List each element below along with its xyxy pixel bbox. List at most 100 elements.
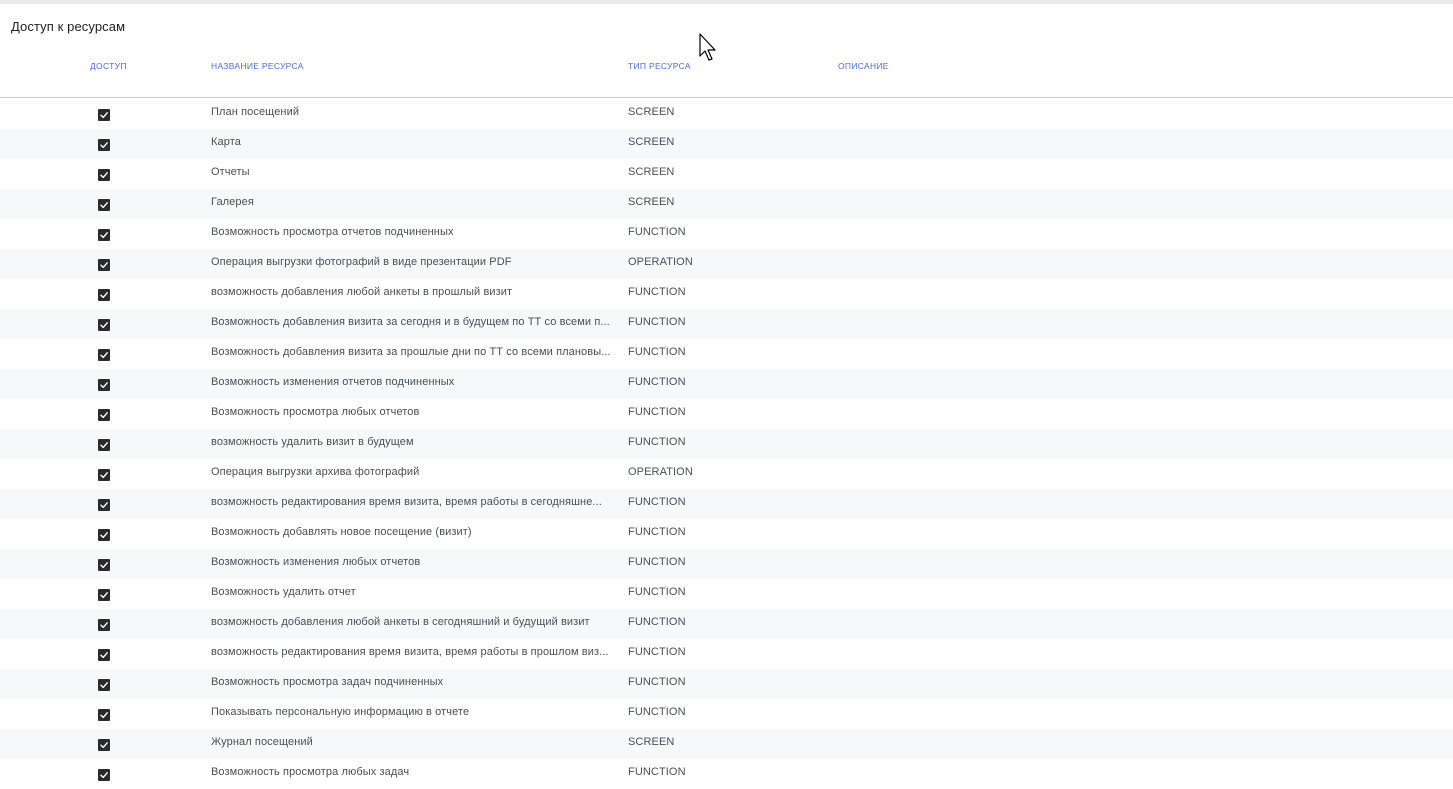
table-row[interactable]: Журнал посещений SCREEN bbox=[0, 729, 1453, 759]
table-row[interactable]: Возможность просмотра любых отчетов FUNCT… bbox=[0, 399, 1453, 429]
resource-name-cell: Операция выгрузки фотографий в виде през… bbox=[211, 256, 512, 268]
checkmark-icon bbox=[100, 472, 108, 479]
access-checkbox[interactable] bbox=[98, 589, 110, 601]
resource-type-cell: FUNCTION bbox=[628, 346, 686, 358]
table-row[interactable]: Галерея SCREEN bbox=[0, 189, 1453, 219]
table-row[interactable]: возможность добавления любой анкеты в се… bbox=[0, 609, 1453, 639]
resource-name-cell: Возможность просмотра любых отчетов bbox=[211, 406, 420, 418]
access-checkbox[interactable] bbox=[98, 319, 110, 331]
access-checkbox[interactable] bbox=[98, 139, 110, 151]
resource-type-cell: FUNCTION bbox=[628, 316, 686, 328]
resource-type-cell: FUNCTION bbox=[628, 646, 686, 658]
resource-name-cell: Возможность добавлять новое посещение (в… bbox=[211, 526, 472, 538]
access-checkbox[interactable] bbox=[98, 499, 110, 511]
table-row[interactable]: Возможность просмотра задач подчиненных F… bbox=[0, 669, 1453, 699]
mouse-pointer-icon bbox=[699, 33, 716, 61]
access-checkbox[interactable] bbox=[98, 109, 110, 121]
access-checkbox[interactable] bbox=[98, 169, 110, 181]
access-checkbox[interactable] bbox=[98, 379, 110, 391]
access-checkbox[interactable] bbox=[98, 409, 110, 421]
table-row[interactable]: возможность добавления любой анкеты в пр… bbox=[0, 279, 1453, 309]
table-row[interactable]: Возможность просмотра отчетов подчиненны… bbox=[0, 219, 1453, 249]
checkmark-icon bbox=[100, 502, 108, 509]
resource-type-cell: FUNCTION bbox=[628, 376, 686, 388]
checkmark-icon bbox=[100, 682, 108, 689]
resource-type-cell: OPERATION bbox=[628, 256, 693, 268]
resource-type-cell: FUNCTION bbox=[628, 526, 686, 538]
resource-name-cell: План посещений bbox=[211, 106, 300, 118]
column-header-description[interactable]: ОПИСАНИЕ bbox=[838, 61, 889, 71]
table-body: План посещений SCREEN Карта SCREEN Отчеты SCR… bbox=[0, 99, 1453, 789]
checkmark-icon bbox=[100, 142, 108, 149]
access-checkbox[interactable] bbox=[98, 439, 110, 451]
table-row[interactable]: Возможность добавлять новое посещение (в… bbox=[0, 519, 1453, 549]
table-row[interactable]: Показывать персональную информацию в отч… bbox=[0, 699, 1453, 729]
access-checkbox[interactable] bbox=[98, 529, 110, 541]
access-checkbox[interactable] bbox=[98, 289, 110, 301]
access-checkbox[interactable] bbox=[98, 649, 110, 661]
table-row[interactable]: Возможность добавления визита за сегодня… bbox=[0, 309, 1453, 339]
table-row[interactable]: Возможность изменения любых отчетов FUNCT… bbox=[0, 549, 1453, 579]
table-row[interactable]: Операция выгрузки фотографий в виде през… bbox=[0, 249, 1453, 279]
checkmark-icon bbox=[100, 112, 108, 119]
resource-name-cell: Возможность добавления визита за прошлые… bbox=[211, 346, 611, 358]
resource-name-cell: Возможность просмотра отчетов подчиненны… bbox=[211, 226, 454, 238]
column-header-resource-name[interactable]: НАЗВАНИЕ РЕСУРСА bbox=[211, 61, 304, 71]
checkmark-icon bbox=[100, 652, 108, 659]
top-bar bbox=[0, 0, 1453, 4]
resource-name-cell: Отчеты bbox=[211, 166, 250, 178]
access-checkbox[interactable] bbox=[98, 769, 110, 781]
access-checkbox[interactable] bbox=[98, 199, 110, 211]
resource-name-cell: Галерея bbox=[211, 196, 254, 208]
resource-type-cell: FUNCTION bbox=[628, 586, 686, 598]
table-row[interactable]: Операция выгрузки архива фотографий OPERA… bbox=[0, 459, 1453, 489]
access-checkbox[interactable] bbox=[98, 259, 110, 271]
resource-name-cell: Показывать персональную информацию в отч… bbox=[211, 706, 470, 718]
checkmark-icon bbox=[100, 352, 108, 359]
table-row[interactable]: План посещений SCREEN bbox=[0, 99, 1453, 129]
column-header-resource-type[interactable]: ТИП РЕСУРСА bbox=[628, 61, 691, 71]
table-row[interactable]: Отчеты SCREEN bbox=[0, 159, 1453, 189]
resource-type-cell: FUNCTION bbox=[628, 406, 686, 418]
checkmark-icon bbox=[100, 532, 108, 539]
table-row[interactable]: Возможность добавления визита за прошлые… bbox=[0, 339, 1453, 369]
resource-type-cell: SCREEN bbox=[628, 106, 675, 118]
resource-type-cell: FUNCTION bbox=[628, 616, 686, 628]
table-row[interactable]: Возможность просмотра любых задач FUNCTIO… bbox=[0, 759, 1453, 789]
resource-type-cell: FUNCTION bbox=[628, 676, 686, 688]
table-row[interactable]: возможность удалить визит в будущем FUNCT… bbox=[0, 429, 1453, 459]
column-header-access[interactable]: ДОСТУП bbox=[90, 61, 127, 71]
checkmark-icon bbox=[100, 262, 108, 269]
access-checkbox[interactable] bbox=[98, 349, 110, 361]
access-checkbox[interactable] bbox=[98, 229, 110, 241]
resource-type-cell: FUNCTION bbox=[628, 496, 686, 508]
checkmark-icon bbox=[100, 172, 108, 179]
resource-type-cell: FUNCTION bbox=[628, 286, 686, 298]
resource-type-cell: SCREEN bbox=[628, 736, 675, 748]
access-checkbox[interactable] bbox=[98, 709, 110, 721]
table-row[interactable]: Карта SCREEN bbox=[0, 129, 1453, 159]
access-checkbox[interactable] bbox=[98, 739, 110, 751]
resource-name-cell: Возможность просмотра любых задач bbox=[211, 766, 410, 778]
resource-name-cell: возможность редактирования время визита,… bbox=[211, 646, 609, 658]
access-checkbox[interactable] bbox=[98, 469, 110, 481]
table-row[interactable]: Возможность изменения отчетов подчиненны… bbox=[0, 369, 1453, 399]
resource-name-cell: Журнал посещений bbox=[211, 736, 313, 748]
resource-name-cell: Возможность удалить отчет bbox=[211, 586, 356, 598]
access-checkbox[interactable] bbox=[98, 619, 110, 631]
resource-name-cell: Возможность изменения отчетов подчиненны… bbox=[211, 376, 455, 388]
resource-name-cell: возможность добавления любой анкеты в се… bbox=[211, 616, 590, 628]
checkmark-icon bbox=[100, 712, 108, 719]
resource-type-cell: FUNCTION bbox=[628, 436, 686, 448]
checkmark-icon bbox=[100, 202, 108, 209]
checkmark-icon bbox=[100, 622, 108, 629]
table-row[interactable]: возможность редактирования время визита,… bbox=[0, 489, 1453, 519]
table-header: ДОСТУП НАЗВАНИЕ РЕСУРСА ТИП РЕСУРСА ОПИС… bbox=[0, 56, 1453, 98]
access-checkbox[interactable] bbox=[98, 559, 110, 571]
resource-name-cell: Возможность добавления визита за сегодня… bbox=[211, 316, 610, 328]
access-checkbox[interactable] bbox=[98, 679, 110, 691]
resource-name-cell: Карта bbox=[211, 136, 241, 148]
checkmark-icon bbox=[100, 322, 108, 329]
table-row[interactable]: Возможность удалить отчет FUNCTION bbox=[0, 579, 1453, 609]
table-row[interactable]: возможность редактирования время визита,… bbox=[0, 639, 1453, 669]
